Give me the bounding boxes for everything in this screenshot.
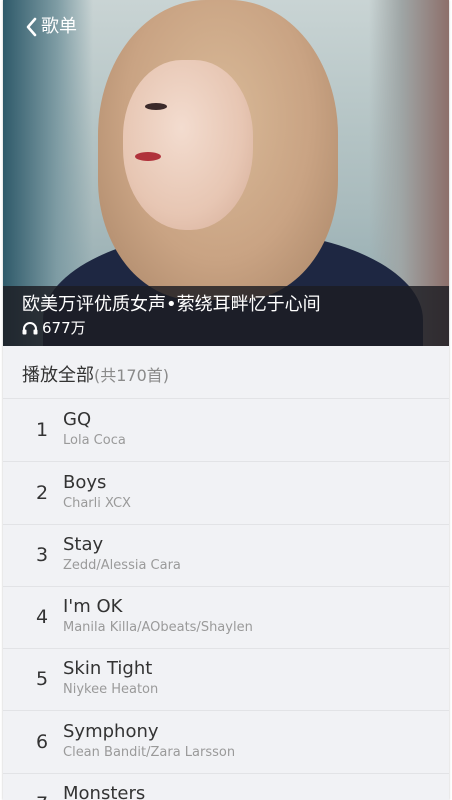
cover-figure-eye — [145, 103, 167, 110]
track-row[interactable]: 4 I'm OK Manila Killa/AObeats/Shaylen — [3, 586, 449, 649]
chevron-left-icon — [26, 17, 37, 37]
track-row[interactable]: 7 Monsters — [3, 773, 449, 800]
play-all-label: 播放全部(共170首) — [22, 364, 169, 388]
play-all-button[interactable]: 播放全部(共170首) — [3, 346, 449, 399]
track-number: 3 — [35, 544, 49, 566]
play-all-text: 播放全部 — [22, 365, 94, 386]
track-artist: Lola Coca — [63, 433, 126, 448]
track-artist: Charli XCX — [63, 496, 131, 511]
track-number: 5 — [35, 668, 49, 690]
track-list-panel: 播放全部(共170首) 1 GQ Lola Coca 2 Boys Charli… — [3, 346, 449, 800]
app-frame: 歌单 欧美万评优质女声•萦绕耳畔忆于心间 677万 播放全部(共170首) 1 … — [3, 0, 449, 800]
track-title: Skin Tight — [63, 658, 153, 679]
playlist-cover: 歌单 欧美万评优质女声•萦绕耳畔忆于心间 677万 — [3, 0, 449, 346]
cover-figure-lips — [135, 152, 161, 161]
track-artist: Clean Bandit/Zara Larsson — [63, 745, 236, 760]
track-title: Boys — [63, 472, 107, 493]
cover-figure-face — [123, 60, 253, 230]
track-row[interactable]: 1 GQ Lola Coca — [3, 399, 449, 462]
track-title: GQ — [63, 409, 92, 430]
track-row[interactable]: 5 Skin Tight Niykee Heaton — [3, 648, 449, 711]
track-title: Stay — [63, 534, 104, 555]
track-number: 1 — [35, 419, 49, 441]
back-button[interactable]: 歌单 — [25, 15, 77, 39]
play-all-count: (共170首) — [94, 366, 170, 385]
track-row[interactable]: 2 Boys Charli XCX — [3, 462, 449, 525]
playlist-title: 欧美万评优质女声•萦绕耳畔忆于心间 — [22, 294, 321, 315]
track-number: 7 — [31, 792, 53, 800]
track-row[interactable]: 6 Symphony Clean Bandit/Zara Larsson — [3, 711, 449, 774]
track-artist: Zedd/Alessia Cara — [63, 558, 181, 573]
track-title: Symphony — [63, 721, 159, 742]
play-count: 677万 — [22, 318, 86, 338]
track-title: I'm OK — [63, 596, 123, 617]
track-title: Monsters — [63, 783, 146, 800]
headphones-icon — [22, 322, 38, 335]
track-number: 4 — [35, 606, 49, 628]
track-artist: Niykee Heaton — [63, 682, 159, 697]
track-row[interactable]: 3 Stay Zedd/Alessia Cara — [3, 524, 449, 587]
track-artist: Manila Killa/AObeats/Shaylen — [63, 620, 253, 635]
track-number: 2 — [35, 482, 49, 504]
play-count-value: 677万 — [42, 319, 86, 337]
back-label: 歌单 — [41, 16, 77, 37]
track-number: 6 — [35, 731, 49, 753]
